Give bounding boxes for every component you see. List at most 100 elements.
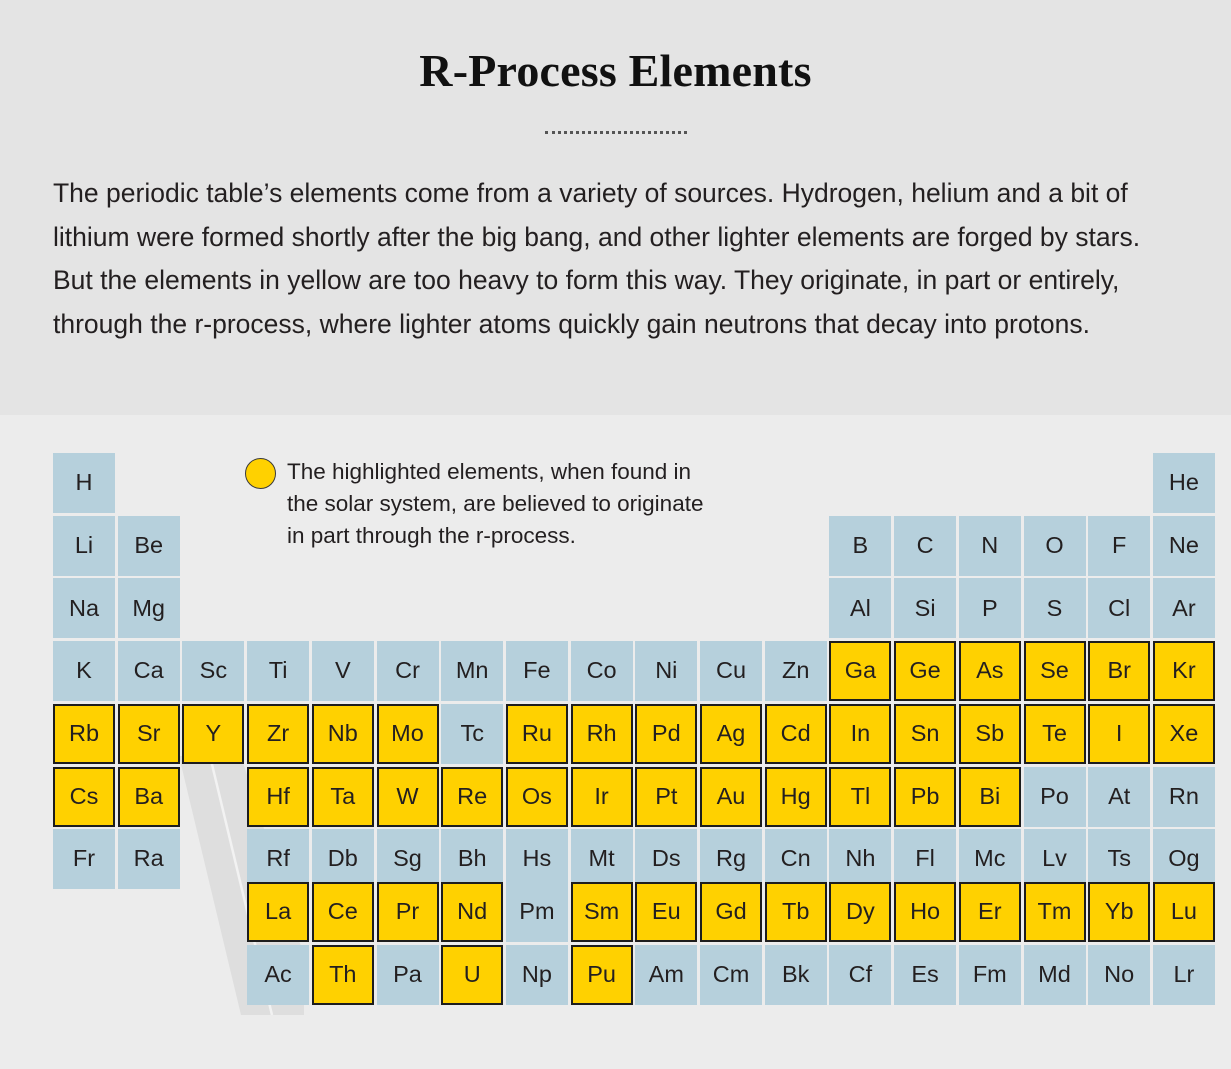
element-cell-na: Na	[53, 578, 115, 639]
element-cell-dy: Dy	[829, 882, 892, 942]
element-cell-tm: Tm	[1023, 882, 1086, 942]
element-symbol: Co	[586, 657, 617, 684]
element-symbol: Og	[1168, 845, 1200, 872]
element-cell-es: Es	[894, 944, 957, 1005]
element-symbol: Ru	[521, 720, 552, 747]
element-cell-rh: Rh	[570, 703, 633, 764]
element-symbol: Sm	[583, 898, 620, 925]
element-symbol: Re	[457, 782, 488, 809]
element-symbol: Mc	[974, 845, 1006, 872]
element-symbol: Fm	[972, 960, 1007, 987]
element-symbol: Nd	[457, 898, 488, 925]
element-cell-cl: Cl	[1088, 578, 1151, 639]
element-cell-lv: Lv	[1023, 829, 1086, 890]
legend-swatch-icon	[245, 458, 276, 489]
element-symbol: Es	[911, 960, 939, 987]
element-cell-po: Po	[1023, 766, 1086, 827]
element-cell-la: La	[247, 882, 310, 942]
element-symbol: Dy	[846, 898, 875, 925]
element-symbol: Y	[205, 720, 222, 747]
element-cell-p: P	[958, 578, 1021, 639]
element-symbol: Kr	[1172, 657, 1196, 684]
element-cell-rb: Rb	[53, 703, 115, 764]
element-cell-as: As	[958, 641, 1021, 702]
element-symbol: Eu	[651, 898, 681, 925]
element-symbol: Ba	[134, 782, 164, 809]
element-symbol: Lu	[1170, 898, 1197, 925]
element-cell-fl: Fl	[894, 829, 957, 890]
element-cell-b: B	[829, 515, 892, 576]
legend: The highlighted elements, when found in …	[245, 456, 725, 552]
element-symbol: Nh	[845, 845, 876, 872]
element-symbol: Li	[74, 531, 94, 558]
element-cell-s: S	[1023, 578, 1086, 639]
element-symbol: Gd	[715, 898, 747, 925]
element-symbol: Pa	[393, 960, 422, 987]
element-cell-rn: Rn	[1152, 766, 1215, 827]
element-cell-hf: Hf	[247, 766, 310, 827]
periodic-table-area: The highlighted elements, when found in …	[0, 415, 1231, 1069]
element-symbol: Np	[521, 960, 552, 987]
element-symbol: Bi	[979, 782, 1001, 809]
element-symbol: Cs	[69, 782, 99, 809]
element-symbol: Bk	[781, 960, 810, 987]
element-symbol: Ds	[651, 845, 681, 872]
element-cell-zr: Zr	[247, 703, 310, 764]
element-cell-ce: Ce	[311, 882, 374, 942]
element-cell-fm: Fm	[958, 944, 1021, 1005]
element-cell-fe: Fe	[505, 641, 568, 702]
element-symbol: Rg	[715, 845, 747, 872]
element-cell-os: Os	[505, 766, 568, 827]
element-symbol: K	[76, 657, 92, 684]
element-cell-kr: Kr	[1152, 641, 1215, 702]
element-cell-ni: Ni	[635, 641, 698, 702]
element-cell-tb: Tb	[764, 882, 827, 942]
element-symbol: Si	[914, 594, 936, 621]
element-symbol: V	[334, 657, 351, 684]
element-symbol: Fr	[72, 845, 96, 872]
element-cell-cn: Cn	[764, 829, 827, 890]
element-symbol: N	[981, 531, 999, 558]
element-symbol: Rb	[68, 720, 100, 747]
element-cell-pm: Pm	[505, 882, 568, 942]
element-cell-i: I	[1088, 703, 1151, 764]
element-cell-ca: Ca	[117, 641, 180, 702]
element-cell-mc: Mc	[958, 829, 1021, 890]
element-cell-y: Y	[182, 703, 245, 764]
intro-paragraph: The periodic table’s elements come from …	[53, 178, 1141, 339]
element-symbol: Cl	[1108, 594, 1131, 621]
element-symbol: Cr	[395, 657, 420, 684]
element-cell-ra: Ra	[117, 829, 180, 890]
element-cell-cf: Cf	[829, 944, 892, 1005]
element-cell-ac: Ac	[247, 944, 310, 1005]
element-cell-md: Md	[1023, 944, 1086, 1005]
element-symbol: F	[1112, 531, 1127, 558]
element-symbol: Ce	[327, 898, 358, 925]
element-cell-no: No	[1088, 944, 1151, 1005]
element-cell-ag: Ag	[700, 703, 762, 764]
element-cell-pr: Pr	[376, 882, 439, 942]
element-symbol: Fe	[523, 657, 551, 684]
element-symbol: Tl	[850, 782, 871, 809]
element-symbol: Mo	[391, 720, 424, 747]
element-symbol: Sb	[975, 720, 1005, 747]
element-cell-bk: Bk	[764, 944, 827, 1005]
element-cell-ga: Ga	[829, 641, 892, 702]
element-symbol: Ge	[909, 657, 941, 684]
element-symbol: Nb	[327, 720, 358, 747]
element-cell-ti: Ti	[247, 641, 310, 702]
element-cell-cd: Cd	[764, 703, 827, 764]
element-cell-cm: Cm	[700, 944, 762, 1005]
element-symbol: In	[850, 720, 871, 747]
element-cell-be: Be	[117, 515, 180, 576]
element-symbol: W	[396, 782, 419, 809]
element-cell-sb: Sb	[958, 703, 1021, 764]
element-symbol: U	[463, 960, 481, 987]
element-symbol: At	[1108, 782, 1131, 809]
element-symbol: Ac	[264, 960, 292, 987]
element-cell-f: F	[1088, 515, 1151, 576]
element-symbol: No	[1104, 960, 1135, 987]
element-cell-bi: Bi	[958, 766, 1021, 827]
element-symbol: Hf	[266, 782, 290, 809]
element-symbol: Zn	[781, 657, 810, 684]
